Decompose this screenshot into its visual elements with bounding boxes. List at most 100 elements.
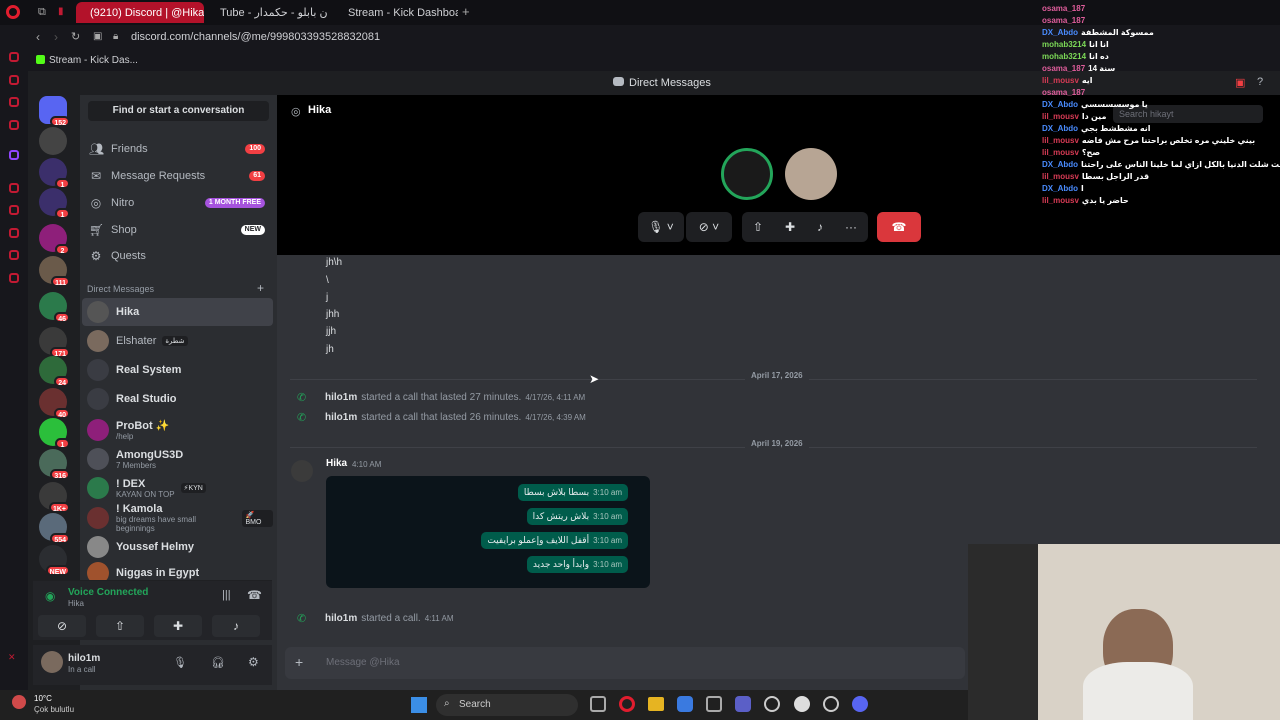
noise-suppression-icon[interactable]: |||	[222, 589, 231, 601]
app-icon[interactable]	[764, 696, 780, 712]
teams-icon[interactable]	[735, 696, 751, 712]
server-icon[interactable]: 46	[39, 292, 70, 323]
call-user[interactable]: hilo1m	[325, 613, 357, 624]
server-icon[interactable]: 40	[39, 388, 70, 419]
history-icon[interactable]	[9, 228, 19, 238]
soundboard-button[interactable]: ♪	[212, 615, 260, 637]
bookmarks-icon[interactable]	[9, 205, 19, 215]
avatar[interactable]	[291, 460, 313, 482]
discord-taskbar-icon[interactable]	[852, 696, 868, 712]
tab-menu-icon[interactable]: ⧉	[38, 6, 46, 19]
camera-button[interactable]: ⊘	[38, 615, 86, 637]
tab-youtube[interactable]: Tube - مروان بابلو - حكمدار	[206, 2, 328, 23]
soundboard-icon[interactable]: ♪	[817, 220, 823, 234]
activities-icon[interactable]: ✚	[785, 220, 795, 234]
call-user[interactable]: hilo1m	[325, 412, 357, 423]
server-icon[interactable]: 171	[39, 327, 70, 358]
inbox-icon[interactable]: ▣	[1235, 76, 1245, 89]
hangup-button[interactable]: ☎	[877, 212, 921, 242]
dm-item[interactable]: ProBot ✨/help	[82, 416, 273, 444]
weather-icon[interactable]	[12, 695, 26, 709]
messenger-icon[interactable]	[9, 75, 19, 85]
call-participant-avatar[interactable]	[785, 148, 837, 200]
username[interactable]: hilo1m	[68, 653, 100, 664]
reload-icon[interactable]: ↻	[71, 30, 80, 43]
dm-item[interactable]: ! Kamola big dreams have small beginnings…	[82, 503, 273, 533]
bookmark-kick[interactable]: Stream - Kick Das...	[49, 55, 138, 66]
tab-kick[interactable]: Stream - Kick Dashboard	[334, 2, 458, 23]
twitch-icon[interactable]	[9, 150, 19, 160]
sidebar-item-friends[interactable]: 👥︎ Friends 100	[84, 137, 273, 161]
whatsapp-icon[interactable]	[9, 97, 19, 107]
downloads-icon[interactable]	[9, 250, 19, 260]
find-conversation-button[interactable]: Find or start a conversation	[88, 101, 269, 121]
server-icon[interactable]: 1K+	[39, 482, 70, 513]
server-icon[interactable]: NEW	[39, 545, 70, 576]
sidebar-item-quests[interactable]: ⚙ Quests	[84, 244, 273, 268]
screen-share-button[interactable]: ⇧	[96, 615, 144, 637]
windows-start-icon[interactable]	[411, 697, 427, 713]
obs-icon[interactable]	[823, 696, 839, 712]
opera-taskbar-icon[interactable]	[619, 696, 635, 712]
disconnect-icon[interactable]: ☎	[247, 588, 262, 602]
sidebar-item-shop[interactable]: 🛒︎ Shop NEW	[84, 218, 273, 242]
avatar[interactable]	[41, 651, 63, 673]
server-icon[interactable]: 1	[39, 418, 70, 449]
taskbar-search[interactable]: ⌕ Search	[436, 694, 578, 716]
new-tab-icon[interactable]: +	[462, 4, 470, 19]
microphone-icon[interactable]: 🎙︎	[173, 656, 187, 669]
dm-item[interactable]: AmongUS3D 7 Members	[82, 445, 273, 473]
help-icon[interactable]: ?	[1257, 76, 1263, 88]
server-icon[interactable]: 1	[39, 188, 70, 219]
create-dm-icon[interactable]: +	[257, 281, 264, 295]
home-button[interactable]: 152	[39, 96, 70, 127]
signal-icon[interactable]: ◉	[45, 589, 55, 603]
server-icon[interactable]: 554	[39, 513, 70, 544]
settings-icon[interactable]	[9, 273, 19, 283]
message-input[interactable]: + Message @Hika	[285, 647, 965, 679]
forward-icon[interactable]: ›	[54, 30, 58, 44]
user-settings-icon[interactable]: ⚙	[248, 655, 259, 669]
server-icon[interactable]: 2	[39, 224, 70, 255]
copilot-icon[interactable]	[677, 696, 693, 712]
server-icon[interactable]: 316	[39, 449, 70, 480]
sidebar-item-nitro[interactable]: ◎ Nitro 1 MONTH FREE	[84, 191, 273, 215]
sidebar-item-message-requests[interactable]: ✉ Message Requests 61	[84, 164, 273, 188]
music-icon[interactable]	[794, 696, 810, 712]
dm-item[interactable]: Real Studio	[82, 385, 273, 413]
call-participant-avatar[interactable]	[721, 148, 773, 200]
back-icon[interactable]: ‹	[36, 30, 40, 44]
message-author[interactable]: Hika	[326, 458, 347, 469]
dm-item[interactable]: Hika	[82, 298, 273, 326]
screen-share-icon[interactable]: ⇧	[753, 220, 763, 234]
url-field[interactable]: discord.com/channels/@me/999803393528832…	[131, 31, 380, 43]
aria-icon[interactable]	[9, 52, 19, 62]
server-icon[interactable]: 111	[39, 256, 70, 287]
site-info-icon[interactable]: ▣	[93, 31, 102, 42]
activities-button[interactable]: ✚	[154, 615, 202, 637]
video-button[interactable]: ⊘ ˅	[686, 212, 732, 242]
dm-item[interactable]: ! DEX KAYAN ON TOP ⚡KYN	[82, 474, 273, 502]
player-icon[interactable]	[9, 183, 19, 193]
call-user[interactable]: hilo1m	[325, 392, 357, 403]
tab-discord[interactable]: (9210) Discord | @Hika	[76, 2, 204, 23]
store-icon[interactable]	[706, 696, 722, 712]
opera-logo-icon[interactable]	[6, 5, 20, 19]
server-icon[interactable]: 24	[39, 356, 70, 387]
instagram-icon[interactable]	[9, 120, 19, 130]
dm-item[interactable]: Youssef Helmy	[82, 533, 273, 561]
mic-button[interactable]: 🎙︎ ˅	[638, 212, 684, 242]
headphones-icon[interactable]: 🎧︎	[211, 656, 225, 669]
add-attachment-icon[interactable]: +	[295, 654, 303, 670]
dm-item[interactable]: Elshater شطرة	[82, 327, 273, 355]
weather-temp[interactable]: 10°C	[34, 694, 52, 703]
more-icon[interactable]: ···	[845, 220, 857, 234]
file-explorer-icon[interactable]	[648, 697, 664, 711]
server-icon[interactable]	[39, 127, 67, 155]
dm-item[interactable]: Real System	[82, 356, 273, 384]
more-icon[interactable]: ✕	[8, 652, 16, 663]
task-view-icon[interactable]	[590, 696, 606, 712]
voice-channel[interactable]: Hika	[68, 599, 84, 608]
server-icon[interactable]: 1	[39, 158, 70, 189]
pinned-tab-icon[interactable]: ▮	[58, 6, 64, 17]
